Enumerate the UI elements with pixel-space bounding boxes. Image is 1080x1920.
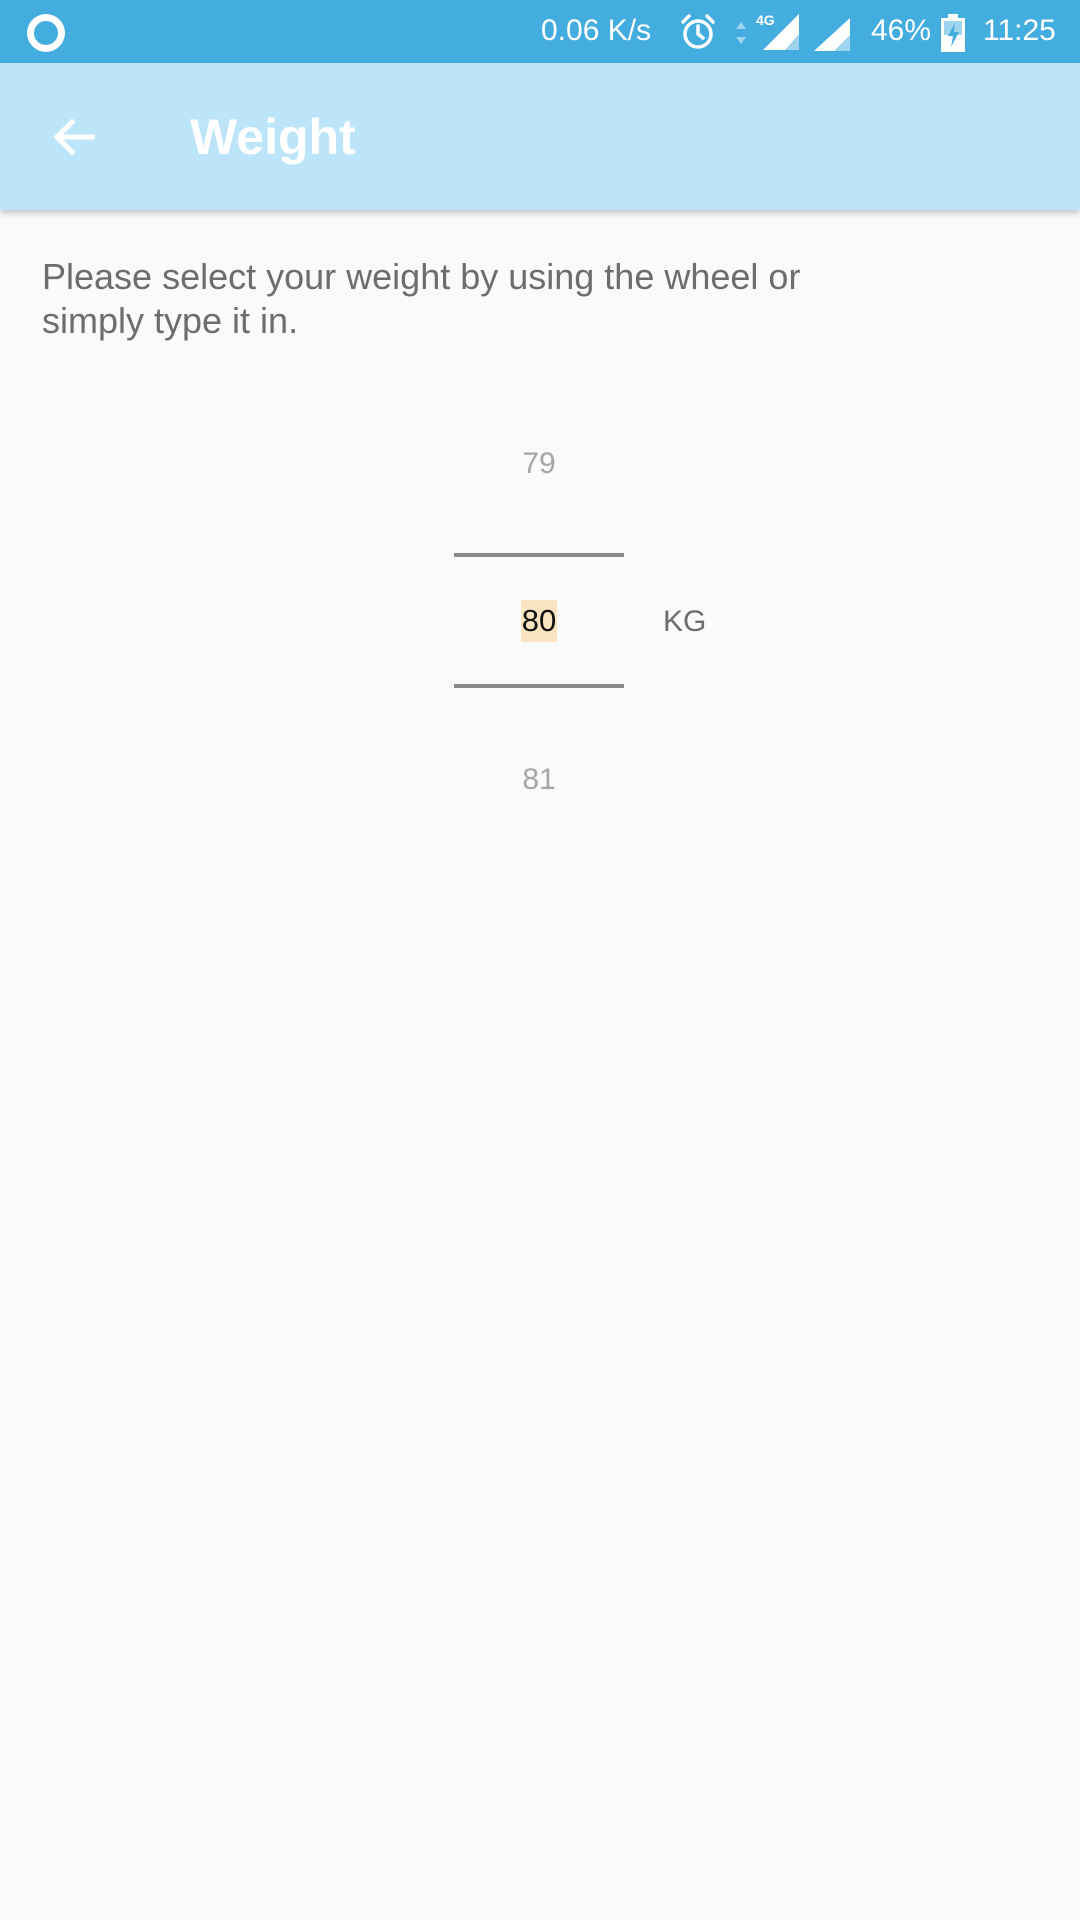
network-type-label: 4G: [756, 12, 775, 28]
signal-icon: [814, 18, 850, 51]
circle-notification-icon: [27, 14, 65, 52]
picker-next-value[interactable]: 81: [454, 760, 624, 800]
instructions-text: Please select your weight by using the w…: [42, 256, 801, 341]
alarm-icon: [681, 14, 715, 49]
page-title: Weight: [190, 109, 356, 165]
signal-4g-icon: 4G: [756, 12, 799, 50]
clock: 11:25: [983, 14, 1056, 47]
picker-divider-top: [454, 553, 624, 557]
data-arrows-icon: [736, 22, 746, 44]
unit-label: KG: [663, 605, 707, 638]
picker-divider-bottom: [454, 684, 624, 688]
weight-picker-wheel[interactable]: 79 80 81: [454, 430, 624, 800]
arrow-back-icon: [53, 118, 95, 156]
picker-previous-value[interactable]: 79: [454, 444, 624, 484]
app-bar: Weight: [0, 63, 1080, 210]
status-bar: 0.06 K/s 4G 46% 11:25: [0, 0, 1080, 63]
back-button[interactable]: [34, 97, 114, 177]
weight-input[interactable]: 80: [520, 600, 558, 642]
battery-charging-icon: [941, 14, 965, 52]
network-speed: 0.06 K/s: [541, 14, 652, 47]
battery-percent: 46%: [871, 14, 932, 47]
